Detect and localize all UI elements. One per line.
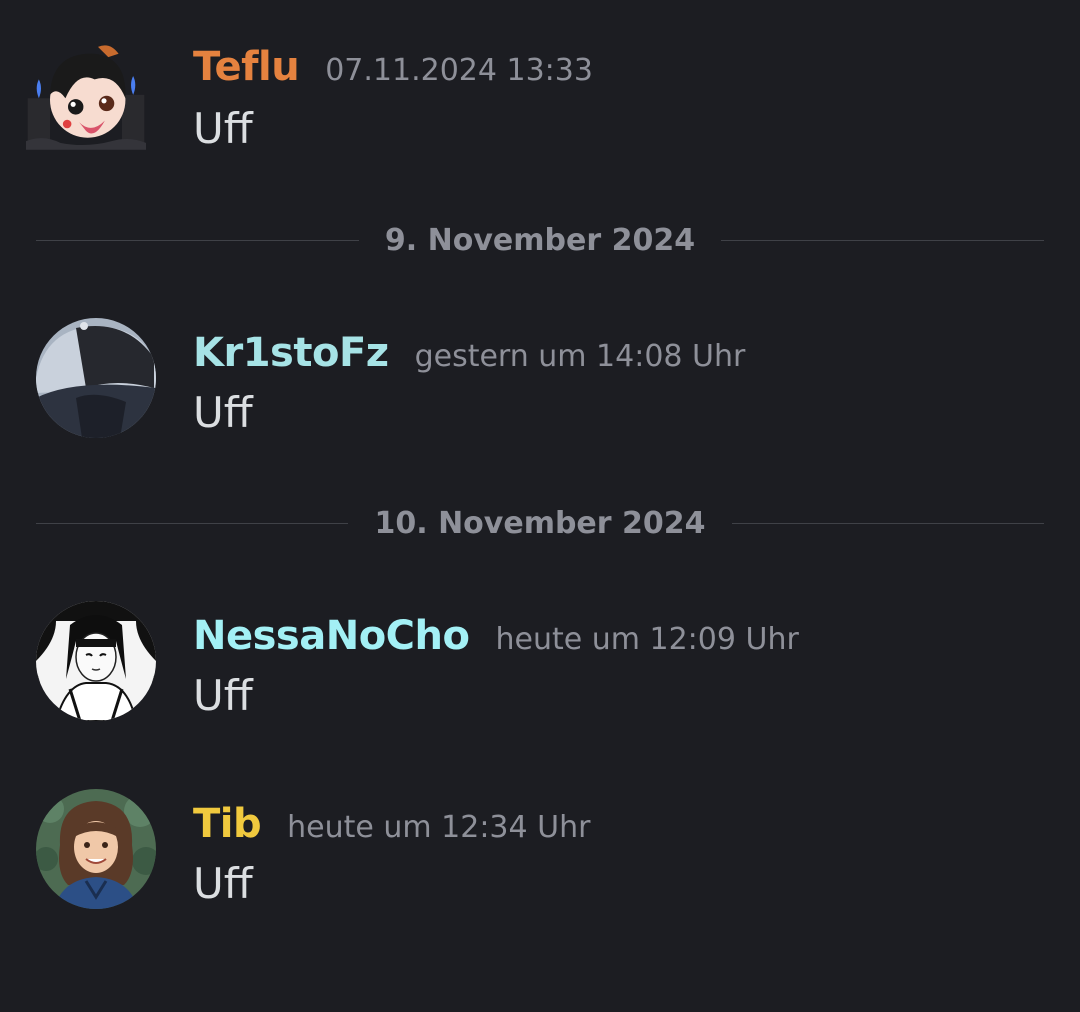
message-content: Uff — [193, 671, 253, 720]
message-content: Uff — [193, 388, 253, 437]
timestamp: gestern um 14:08 Uhr — [414, 339, 746, 374]
message-content: Uff — [193, 859, 253, 908]
date-divider-label: 9. November 2024 — [384, 222, 696, 258]
avatar-nessanocho[interactable] — [36, 601, 156, 721]
message-content: Uff — [193, 104, 253, 153]
avatar-kr1stofz[interactable] — [36, 318, 156, 438]
timestamp: heute um 12:34 Uhr — [287, 810, 591, 845]
timestamp: heute um 12:09 Uhr — [495, 622, 799, 657]
username-teflu[interactable]: Teflu — [193, 44, 300, 90]
date-divider: 10. November 2024 — [36, 503, 1044, 543]
username-tib[interactable]: Tib — [193, 801, 262, 847]
username-nessanocho[interactable]: NessaNoCho — [193, 613, 470, 659]
divider-line — [36, 522, 349, 524]
divider-line — [731, 522, 1044, 524]
avatar-tib[interactable] — [36, 789, 156, 909]
divider-line — [721, 239, 1044, 241]
date-divider: 9. November 2024 — [36, 220, 1044, 260]
username-kr1stofz[interactable]: Kr1stoFz — [193, 330, 389, 376]
avatar-teflu[interactable] — [26, 34, 166, 164]
timestamp: 07.11.2024 13:33 — [325, 53, 593, 88]
divider-line — [36, 239, 359, 241]
chat-log: Teflu 07.11.2024 13:33 Uff 9. November 2… — [0, 0, 1080, 1012]
date-divider-label: 10. November 2024 — [374, 505, 706, 541]
